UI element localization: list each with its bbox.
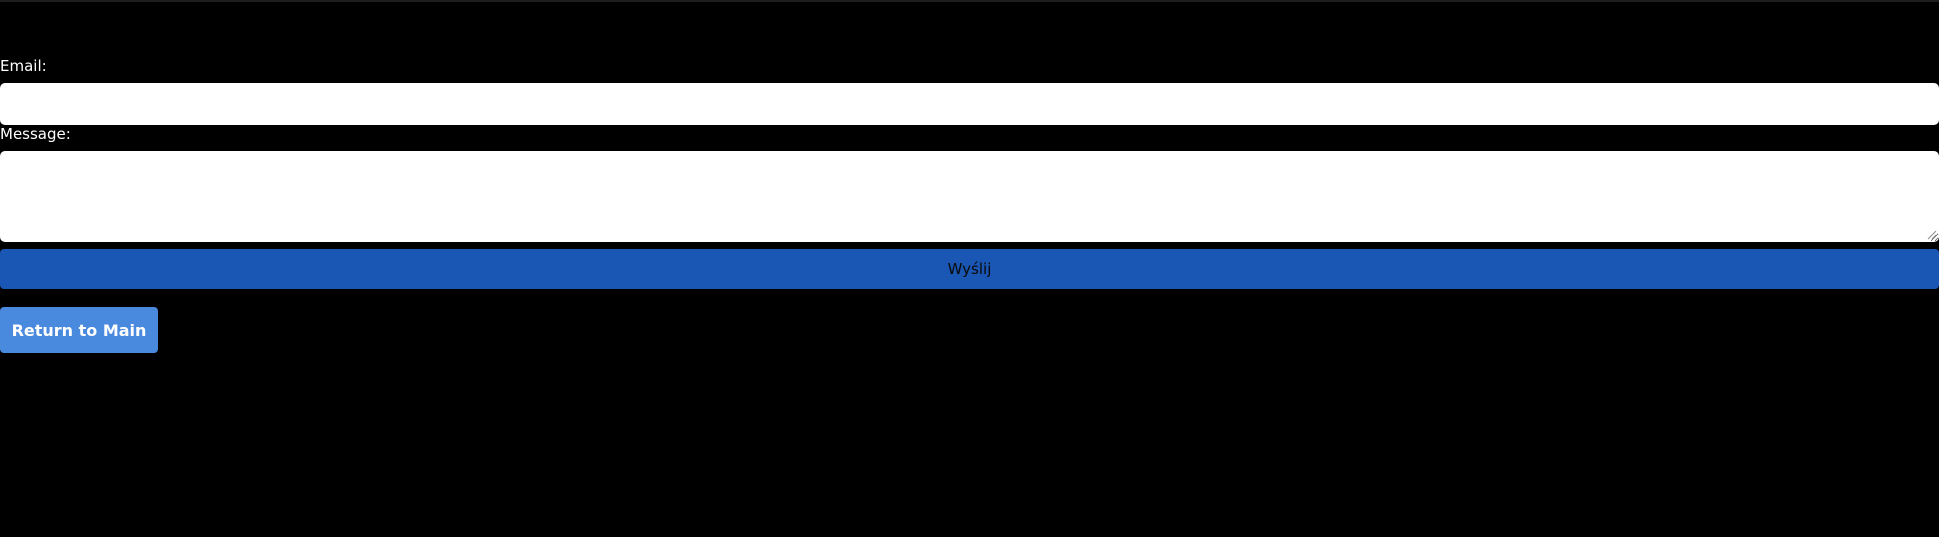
top-border-line: [0, 0, 1939, 2]
message-textarea[interactable]: [0, 151, 1939, 242]
email-label: Email:: [0, 57, 47, 75]
message-label: Message:: [0, 125, 71, 143]
return-to-main-button[interactable]: Return to Main: [0, 307, 158, 353]
email-field[interactable]: [0, 83, 1939, 125]
submit-button[interactable]: Wyślij: [0, 249, 1939, 289]
